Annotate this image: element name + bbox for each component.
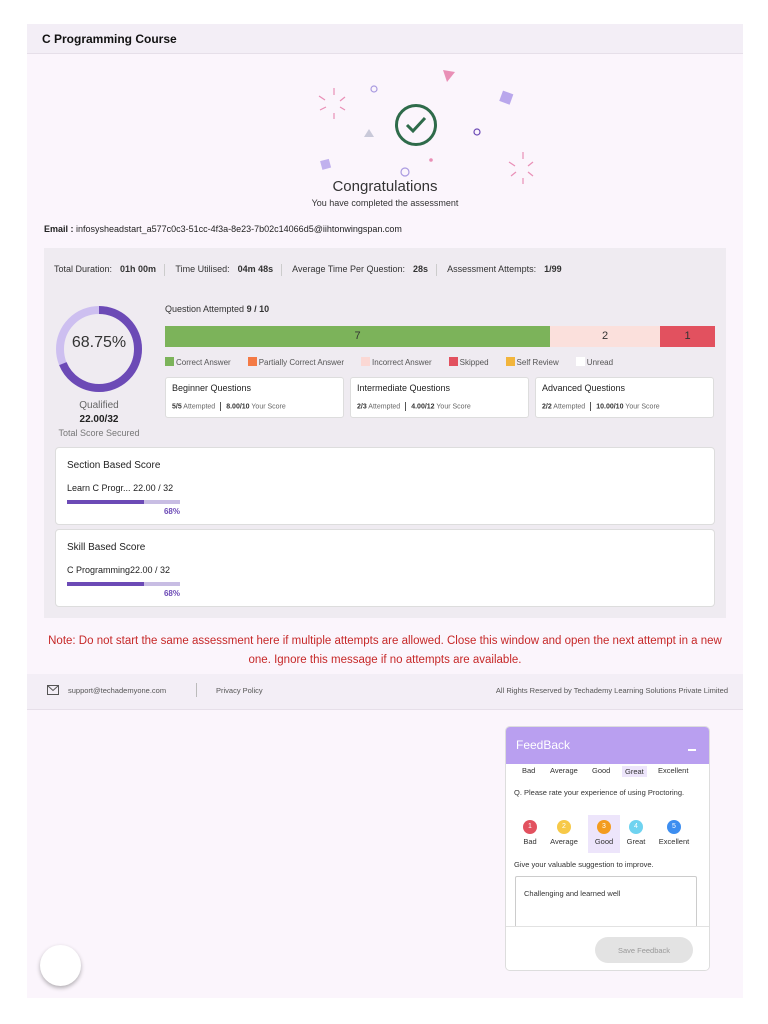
feedback-top-options: Bad Average Good Great Excellent: [506, 764, 709, 780]
email-line: Email : infosysheadstart_a577c0c3-51cc-4…: [44, 224, 402, 234]
legend-label: Self Review: [516, 358, 559, 367]
rating-option-average[interactable]: 2 Average: [548, 815, 580, 853]
rating-option-good[interactable]: 3 Good: [588, 815, 620, 853]
footer: support@techademyone.com Privacy Policy …: [27, 674, 743, 710]
rating-option-excellent[interactable]: 5 Excellent: [658, 815, 690, 853]
feedback-header: FeedBack: [506, 727, 709, 764]
proctoring-question: Q. Please rate your experience of using …: [514, 788, 685, 797]
rating-option-great[interactable]: 4 Great: [620, 815, 652, 853]
email-value: infosysheadstart_a577c0c3-51cc-4f3a-8e23…: [76, 224, 402, 234]
suggestion-textarea[interactable]: Challenging and learned well: [515, 876, 697, 932]
course-title: C Programming Course: [42, 32, 177, 46]
floating-action-button[interactable]: [40, 945, 81, 986]
mail-icon: [47, 685, 59, 695]
privacy-policy-link[interactable]: Privacy Policy: [216, 686, 263, 695]
rating-label: Bad: [523, 837, 537, 846]
rating-label: Great: [626, 837, 646, 846]
rating-number: 3: [597, 820, 611, 834]
rating-number: 4: [629, 820, 643, 834]
email-label: Email :: [44, 224, 74, 234]
top-option-average[interactable]: Average: [550, 766, 578, 775]
status-segment: 7: [165, 326, 550, 347]
legend-label: Correct Answer: [176, 358, 231, 367]
result-page: C Programming Course Congratulations You…: [27, 24, 743, 998]
legend-swatch: [448, 357, 458, 366]
legend-label: Partially Correct Answer: [258, 358, 345, 367]
rating-number: 1: [523, 820, 537, 834]
attempt-note: Note: Do not start the same assessment h…: [48, 635, 722, 666]
minimize-icon[interactable]: [688, 749, 696, 751]
legend-label: Skipped: [459, 358, 489, 367]
summary-panel: Total Duration: 01h 00m Time Utilised: 04m…: [44, 248, 726, 618]
legend-label: Incorrect Answer: [372, 358, 432, 367]
top-option-good[interactable]: Good: [592, 766, 610, 775]
questions-attempted: Question Attempted 9 / 10: [165, 304, 270, 314]
top-option-excellent[interactable]: Excellent: [658, 766, 688, 775]
rating-number: 2: [557, 820, 571, 834]
legend-item: Partially Correct Answer: [247, 357, 345, 367]
congratulations-heading: Congratulations: [332, 178, 438, 195]
beginner-questions-card: Beginner Questions 5/5 Attempted 8.00/10 …: [165, 377, 344, 418]
status-segment: 1: [660, 326, 715, 347]
legend-item: Correct Answer: [165, 357, 231, 367]
score-caption: Total Score Secured: [58, 428, 140, 438]
section-progress: [67, 500, 180, 504]
legend-label: Unread: [586, 358, 614, 367]
rating-label: Average: [550, 837, 578, 846]
legend-item: Self Review: [505, 357, 559, 367]
feedback-title: FeedBack: [516, 738, 571, 752]
legend-swatch: [361, 357, 371, 366]
stat-attempts: Assessment Attempts: 1/99: [447, 264, 562, 275]
feedback-actions: Save Feedback: [506, 926, 709, 970]
score-secured: 22.00/32: [79, 414, 119, 425]
legend-swatch: [165, 357, 174, 366]
stat-total-duration: Total Duration: 01h 00m: [54, 264, 157, 275]
top-option-bad[interactable]: Bad: [522, 766, 535, 775]
intermediate-questions-card: Intermediate Questions 2/3 Attempted 4.00…: [350, 377, 529, 418]
legend-item: Unread: [575, 357, 614, 367]
question-legend: Correct Answer Partially Correct Answer In…: [165, 357, 630, 367]
top-bar: C Programming Course: [27, 24, 743, 54]
suggestion-label: Give your valuable suggestion to improve…: [514, 860, 654, 869]
legend-swatch: [247, 357, 257, 366]
stats-row: Total Duration: 01h 00m Time Utilised: 04m…: [54, 264, 562, 276]
stat-avg-time: Average Time Per Question: 28s: [292, 264, 429, 275]
rating-label: Good: [594, 837, 614, 846]
question-status-bar: 721: [165, 326, 715, 347]
status-segment: 2: [550, 326, 660, 347]
support-email-link[interactable]: support@techademyone.com: [68, 686, 166, 695]
legend-swatch: [505, 357, 515, 366]
success-check-icon: [395, 104, 437, 146]
section-score-card: Section Based Score Learn C Progr... 22.…: [55, 447, 715, 525]
stat-time-utilised: Time Utilised: 04m 48s: [175, 264, 274, 275]
completed-message: You have completed the assessment: [311, 198, 459, 208]
rating-number: 5: [667, 820, 681, 834]
skill-score-card: Skill Based Score C Programming22.00 / 3…: [55, 529, 715, 607]
rating-option-bad[interactable]: 1 Bad: [514, 815, 546, 853]
score-percent: 68.75%: [71, 334, 127, 351]
advanced-questions-card: Advanced Questions 2/2 Attempted 10.00/10…: [535, 377, 714, 418]
proctoring-rating: 1 Bad 2 Average 3 Good 4 Great 5 Excellent: [506, 815, 709, 855]
top-option-great[interactable]: Great: [622, 766, 647, 777]
footer-divider: [196, 683, 197, 697]
copyright-text: All Rights Reserved by Techademy Learnin…: [495, 686, 728, 695]
legend-item: Skipped: [448, 357, 489, 367]
save-feedback-button[interactable]: Save Feedback: [595, 937, 693, 963]
feedback-panel: FeedBack Bad Average Good Great Excellen…: [505, 726, 710, 971]
qualified-status: Qualified: [79, 400, 119, 411]
rating-label: Excellent: [658, 837, 690, 846]
skill-progress: [67, 582, 180, 586]
legend-item: Incorrect Answer: [361, 357, 432, 367]
legend-swatch: [575, 357, 585, 366]
